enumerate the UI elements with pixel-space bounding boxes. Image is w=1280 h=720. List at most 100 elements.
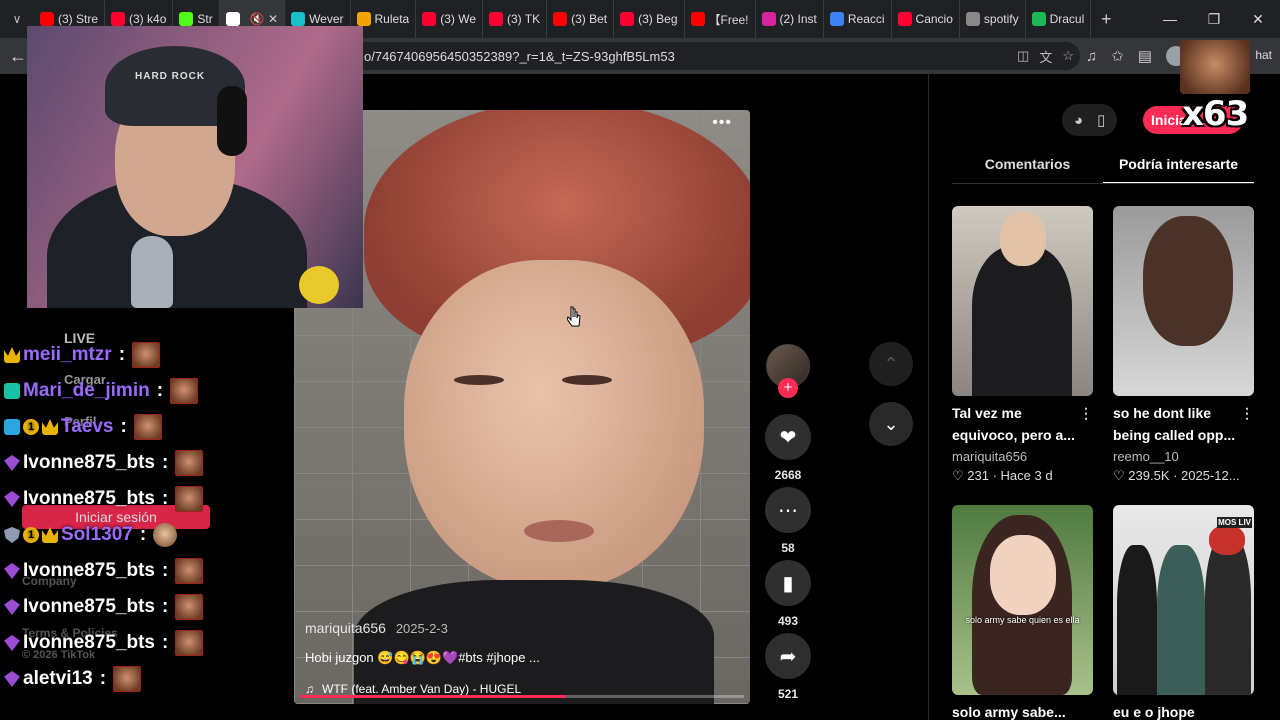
bookmark-icon[interactable]: ▮ [765, 560, 811, 606]
browser-tab[interactable]: (3) TK [483, 0, 548, 38]
suggested-video-card[interactable]: so he dont like being called opp... ⋮ ree… [1113, 206, 1254, 484]
tab-favicon-icon [761, 12, 776, 26]
suggested-video-card[interactable]: Tal vez me equivoco, pero a... ⋮ mariquit… [952, 206, 1093, 484]
previous-video-chevron-up-icon[interactable]: ⌃ [869, 342, 913, 386]
browser-tab[interactable]: (3) Bet [547, 0, 615, 38]
video-music[interactable]: ♫ WTF (feat. Amber Van Day) - HUGEL [305, 682, 745, 696]
minimize-icon[interactable]: — [1148, 0, 1192, 38]
chat-emote-icon [113, 666, 142, 692]
suggested-video-card[interactable]: solo army sabe quien es ella solo army s… [952, 505, 1093, 720]
chat-username[interactable]: Mari_de_jimin [23, 380, 150, 402]
tab-favicon-icon [620, 12, 635, 26]
chat-badge-gem-icon [4, 671, 20, 687]
tab-favicon-icon [690, 12, 705, 26]
next-video-chevron-down-icon[interactable]: ⌄ [869, 402, 913, 446]
card-likes: 231 [967, 468, 989, 483]
bookmark-star-icon[interactable]: ☆ [1062, 48, 1074, 64]
suggested-video-card[interactable]: MOS LIV eu e o jhope tendo... [1113, 505, 1254, 720]
heart-icon[interactable]: ❤ [765, 414, 811, 460]
toolbar-right: ♫ ✩ ▤ [1080, 38, 1187, 74]
video-author[interactable]: mariquita656 [305, 620, 386, 636]
follow-plus-icon[interactable]: + [778, 378, 798, 398]
chat-username[interactable]: Ivonne875_bts [23, 488, 155, 510]
share-arrow-icon[interactable]: ➦ [765, 633, 811, 679]
chat-username[interactable]: Sol1307 [61, 524, 133, 546]
chat-username[interactable]: meii_mtzr [23, 344, 112, 366]
tab-favicon-icon [422, 12, 437, 26]
card-title: solo army sabe... [952, 701, 1093, 720]
comment-count: 58 [781, 541, 795, 555]
webcam-duck-toy [299, 266, 339, 304]
chat-username[interactable]: Ivonne875_bts [23, 632, 155, 654]
chat-username[interactable]: Ivonne875_bts [23, 560, 155, 582]
chat-username[interactable]: aletvi13 [23, 668, 93, 690]
browser-tab[interactable]: Cancio [892, 0, 960, 38]
chat-message: 1 Taevs: [4, 412, 162, 442]
chat-emote-icon [175, 486, 204, 512]
tab-comments[interactable]: Comentarios [952, 148, 1103, 184]
toolbar-chat-label: hat [1255, 48, 1272, 62]
chat-emote-icon [175, 594, 204, 620]
collections-icon[interactable]: ▤ [1138, 47, 1152, 65]
chat-badge-gem-icon [4, 599, 20, 615]
card-author[interactable]: mariquita656 [952, 449, 1093, 464]
browser-tab[interactable]: spotify [960, 0, 1026, 38]
share-count: 521 [777, 687, 799, 701]
browser-tab[interactable]: (3) Beg [614, 0, 685, 38]
new-tab-plus-icon[interactable]: + [1091, 9, 1121, 30]
browser-tab[interactable]: (3) We [416, 0, 483, 38]
card-author[interactable]: reemo__10 [1113, 449, 1254, 464]
chat-username[interactable]: Taevs [61, 416, 113, 438]
browser-tab[interactable]: 【Free! [685, 0, 756, 38]
tab-label: Dracul [1049, 12, 1085, 26]
tab-you-may-like[interactable]: Podría interesarte [1103, 148, 1254, 184]
media-control-icon[interactable]: ♫ [1086, 48, 1097, 65]
video-caption[interactable]: Hobi juzgon 😅😋😭😍💜#bts #jhope ... [305, 650, 745, 666]
install-app-icon[interactable]: ◫ [1017, 48, 1029, 64]
creator-avatar-wrap[interactable]: + [766, 344, 810, 398]
tab-mute-close-icon[interactable]: 🔇 ✕ [250, 12, 278, 26]
browser-tab[interactable]: (2) Inst [756, 0, 824, 38]
card-thumbnail[interactable]: MOS LIV [1113, 505, 1254, 695]
comment-action[interactable]: ⋯ 58 [764, 487, 812, 555]
card-more-icon[interactable]: ⋮ [1240, 402, 1254, 424]
video-more-icon[interactable]: ••• [712, 114, 732, 132]
chat-separator: : [162, 452, 169, 473]
chat-separator: : [156, 380, 164, 401]
favorites-icon[interactable]: ✩ [1111, 47, 1124, 65]
close-window-icon[interactable]: ✕ [1236, 0, 1280, 38]
card-thumbnail[interactable] [952, 206, 1093, 396]
webcam-headset [217, 86, 247, 156]
browser-tab[interactable]: Reacci [824, 0, 892, 38]
card-more-icon[interactable]: ⋮ [1079, 402, 1093, 424]
tab-label: Str [197, 12, 213, 26]
browser-tab[interactable]: Dracul [1026, 0, 1092, 38]
card-thumbnail[interactable]: solo army sabe quien es ella [952, 505, 1093, 695]
chat-message: Ivonne875_bts: [4, 592, 204, 622]
tab-favicon-icon [1031, 12, 1046, 26]
comment-icon[interactable]: ⋯ [765, 487, 811, 533]
chat-username[interactable]: Ivonne875_bts [23, 596, 155, 618]
chat-badge-gem-icon [4, 455, 20, 471]
tab-label: spotify [983, 12, 1019, 26]
video-progress-bar[interactable] [300, 695, 744, 698]
like-action[interactable]: ❤ 2668 [764, 414, 812, 482]
tab-favicon-icon [291, 12, 306, 26]
translate-icon[interactable]: 文 [1039, 47, 1052, 66]
thumb-figure [1117, 545, 1157, 695]
chat-separator: : [120, 416, 127, 437]
tab-label: 【Free! [708, 12, 749, 27]
card-thumbnail[interactable] [1113, 206, 1254, 396]
card-age: Hace 3 d [1000, 468, 1053, 483]
chat-message: meii_mtzr: [4, 340, 161, 370]
tab-favicon-icon [489, 12, 503, 26]
share-action[interactable]: ➦ 521 [764, 633, 812, 701]
chat-username[interactable]: Ivonne875_bts [23, 452, 155, 474]
mobile-icon[interactable]: ▯ [1097, 111, 1105, 129]
chat-message: aletvi13: [4, 664, 142, 694]
card-title-text: solo army sabe... [952, 704, 1066, 720]
maximize-icon[interactable]: ❐ [1192, 0, 1236, 38]
compass-icon[interactable]: ◕ [1074, 112, 1083, 129]
address-bar[interactable]: o/7467406956450352389?_r=1&_t=ZS-93ghfB5… [300, 42, 1080, 70]
save-action[interactable]: ▮ 493 [764, 560, 812, 628]
